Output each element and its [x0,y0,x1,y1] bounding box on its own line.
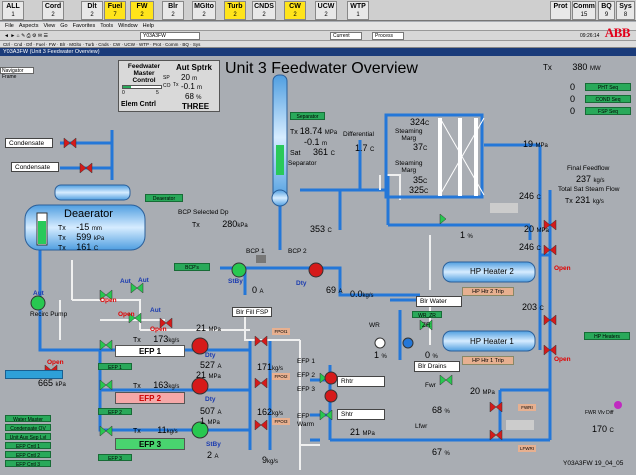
blr-water[interactable]: Blr Water [416,296,462,307]
efp-cntl-1[interactable]: EFP Cntl 1 [5,442,51,450]
blr-fill-fsp[interactable]: Blr Fill FSP [232,307,272,317]
condensate-2[interactable]: Condensate [11,162,59,172]
hp-heater-1[interactable]: HP Heater 1 [470,337,514,346]
wr-zr-tag[interactable]: WR_ZR [412,311,442,319]
deaerator-name: Deaerator [64,208,113,220]
blank-field [490,203,518,213]
lfwri-tag[interactable]: LFWRI [518,445,536,452]
rhtr[interactable]: Rhtr [337,376,385,387]
hp2-trip[interactable]: HP Htr 2 Trip [462,287,514,296]
bcp1-block [256,255,266,263]
fpoi3[interactable]: FPOI3 [272,418,290,425]
water-master[interactable]: Water Master [5,415,51,423]
condensate-1[interactable]: Condensate [5,138,53,148]
blr-drains[interactable]: Blr Drains [414,361,460,372]
efp-cntl-3[interactable]: EFP Cntl 3 [5,460,51,468]
efp3-tag[interactable]: EFP 3 [98,454,132,462]
fwri-tag[interactable]: FWRI [518,404,536,411]
fpoi1[interactable]: FPOI1 [272,328,290,335]
efp-cntl-2[interactable]: EFP Cntl 2 [5,451,51,459]
display-footer: Y03A3FW 19_04_05 [563,460,624,467]
fpoi2[interactable]: FPOI2 [272,373,290,380]
bcps-tag[interactable]: BCP's [174,263,210,271]
unit-aux-sep-lvl[interactable]: Unit Aux Sep Lvl [5,433,51,441]
efp3-button[interactable]: EFP 3 [115,438,185,450]
efp1-tag[interactable]: EFP 1 [98,363,132,371]
separator-tag[interactable]: Separator [290,112,325,120]
efp2-button[interactable]: EFP 2 [115,392,185,404]
hp-heater-2[interactable]: HP Heater 2 [470,267,514,276]
deaerator-tag[interactable]: Deaerator [145,194,183,202]
efp2-tag[interactable]: EFP 2 [98,408,132,416]
efp1-button[interactable]: EFP 1 [115,345,185,357]
shtr[interactable]: Shtr [337,409,385,420]
condensate-ov[interactable]: Condensate OV [5,424,51,432]
hp-heaters-tag[interactable]: HP Heaters [584,332,630,340]
hp1-trip[interactable]: HP Htr 1 Trip [462,356,514,365]
blank-field-2 [506,420,534,430]
